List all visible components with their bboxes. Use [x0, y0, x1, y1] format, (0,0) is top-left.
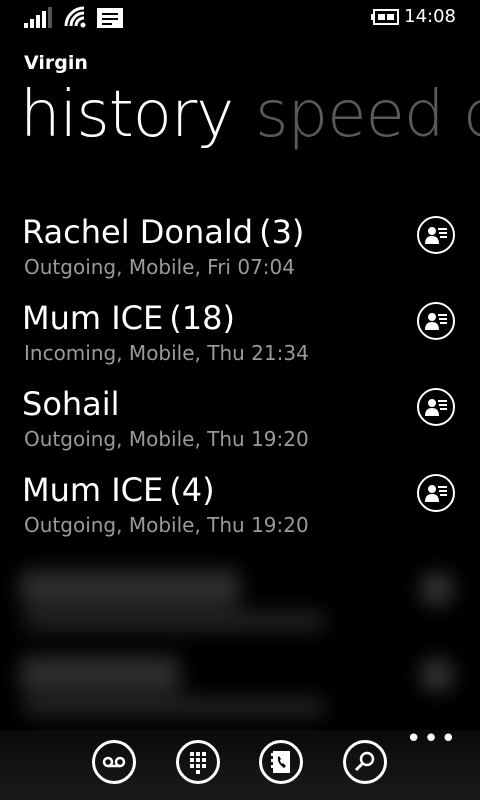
blurred-list-region [0, 548, 480, 738]
blurred-row [20, 656, 180, 692]
contact-card-icon[interactable] [417, 302, 455, 340]
more-icon[interactable]: ••• [406, 726, 458, 752]
app-bar: ••• [0, 726, 480, 800]
pivot-tab-history[interactable]: history [20, 78, 234, 152]
call-detail: Outgoing, Mobile, Fri 07:04 [24, 255, 295, 279]
messaging-icon [97, 8, 123, 28]
carrier-label: Virgin [24, 52, 88, 74]
caller-name: Mum ICE [22, 299, 164, 337]
caller-name: Rachel Donald [22, 213, 254, 251]
contact-card-icon[interactable] [417, 474, 455, 512]
caller-name-line: Mum ICE (4) [22, 471, 215, 509]
call-count: (18) [169, 299, 235, 337]
phonebook-icon[interactable] [259, 740, 303, 784]
call-count: (3) [259, 213, 305, 251]
blurred-row [20, 570, 240, 606]
contact-card-icon[interactable] [417, 388, 455, 426]
wifi-icon [64, 6, 88, 28]
search-icon[interactable] [343, 740, 387, 784]
call-detail: Incoming, Mobile, Thu 21:34 [24, 341, 309, 365]
keypad-icon[interactable] [176, 740, 220, 784]
contact-card-icon[interactable] [417, 216, 455, 254]
battery-charging-icon [370, 9, 400, 25]
blurred-row [420, 572, 454, 606]
call-count: (4) [169, 471, 215, 509]
call-detail: Outgoing, Mobile, Thu 19:20 [24, 513, 309, 537]
call-history-item[interactable]: Sohail Outgoing, Mobile, Thu 19:20 [0, 377, 480, 463]
call-history-list: Rachel Donald (3) Outgoing, Mobile, Fri 0… [0, 205, 480, 549]
call-history-item[interactable]: Mum ICE (4) Outgoing, Mobile, Thu 19:20 [0, 463, 480, 549]
caller-name-line: Mum ICE (18) [22, 299, 235, 337]
pivot-header: history speed d [20, 78, 480, 152]
caller-name-line: Sohail [22, 385, 126, 423]
blurred-row [24, 612, 324, 630]
caller-name-line: Rachel Donald (3) [22, 213, 304, 251]
caller-name: Sohail [22, 385, 120, 423]
blurred-row [420, 658, 454, 692]
call-history-item[interactable]: Rachel Donald (3) Outgoing, Mobile, Fri 0… [0, 205, 480, 291]
caller-name: Mum ICE [22, 471, 164, 509]
voicemail-icon[interactable] [92, 740, 136, 784]
call-detail: Outgoing, Mobile, Thu 19:20 [24, 427, 309, 451]
blurred-row [24, 698, 324, 716]
clock: 14:08 [404, 6, 456, 27]
status-bar: 14:08 [0, 0, 480, 34]
call-history-item[interactable]: Mum ICE (18) Incoming, Mobile, Thu 21:34 [0, 291, 480, 377]
pivot-tab-speed-dial[interactable]: speed d [255, 78, 480, 152]
signal-strength-icon [24, 6, 54, 28]
